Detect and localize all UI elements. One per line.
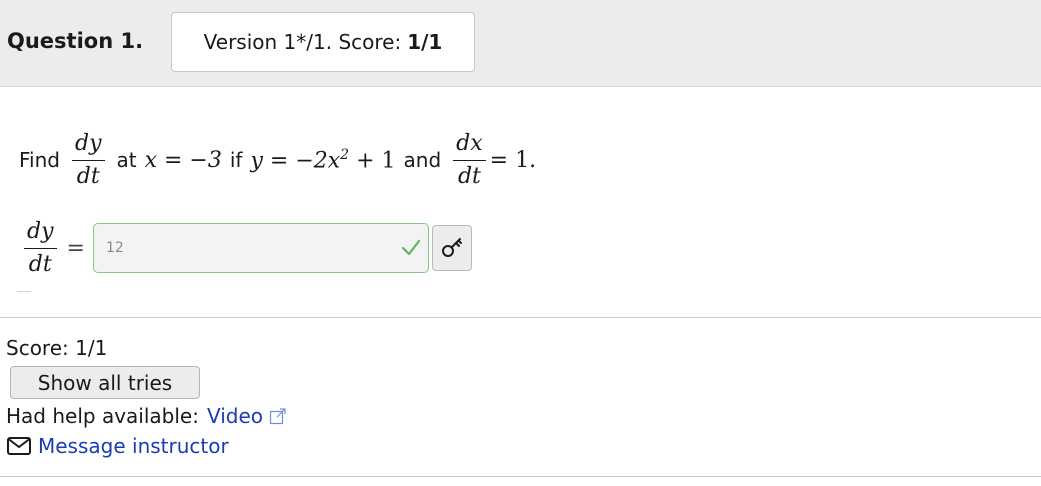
answer-frac-numerator: dy [24, 218, 57, 249]
small-dash [17, 291, 31, 292]
version-text: Version 1*/1. Score: [203, 30, 402, 54]
y-equation-base: y = −2x [250, 148, 341, 174]
fraction-dy-dt: dy dt [71, 130, 105, 191]
frac1-denominator: dt [76, 163, 100, 189]
word-if: if [229, 148, 243, 172]
answer-row: dy dt = 12 [20, 212, 472, 284]
word-at: at [116, 148, 137, 172]
frac2-denominator: dt [457, 163, 481, 189]
mail-icon [7, 437, 31, 455]
answer-key-button[interactable] [431, 225, 472, 271]
fraction-dx-dt: dx dt [453, 130, 486, 191]
score-text: Score: 1/1 [6, 336, 108, 360]
answer-frac-denominator: dt [28, 251, 52, 277]
version-score-box: Version 1*/1. Score: 1/1 [171, 12, 475, 72]
rhs-value: = 1. [489, 147, 537, 173]
message-line[interactable]: Message instructor [6, 434, 229, 458]
divider-bottom [0, 476, 1041, 477]
frac2-numerator: dx [453, 130, 486, 161]
word-and: and [403, 148, 442, 172]
answer-equals: = [66, 235, 85, 261]
answer-fraction: dy dt [24, 218, 57, 279]
answer-input[interactable]: 12 [92, 223, 429, 273]
message-instructor-link[interactable]: Message instructor [38, 434, 229, 458]
show-all-tries-button[interactable]: Show all tries [10, 366, 200, 399]
question-header: Question 1. Version 1*/1. Score: 1/1 [0, 0, 1041, 87]
frac1-numerator: dy [71, 130, 105, 161]
divider-top [0, 317, 1041, 318]
word-find: Find [19, 148, 60, 172]
x-condition: x = −3 [144, 147, 222, 173]
external-link-icon[interactable] [269, 407, 287, 425]
check-icon [401, 239, 421, 256]
y-equation-tail: + 1 [356, 148, 396, 174]
help-line: Had help available: Video [6, 404, 287, 428]
y-equation: y = −2x2 + 1 [250, 147, 395, 173]
answer-value: 12 [105, 240, 124, 256]
help-text: Had help available: [6, 404, 199, 428]
version-score: 1/1 [407, 30, 443, 54]
video-link[interactable]: Video [207, 404, 263, 428]
question-title: Question 1. [7, 29, 144, 53]
problem-statement: Find dy dt at x = −3 if y = −2x2 + 1 and… [19, 126, 536, 194]
y-exponent: 2 [340, 146, 350, 163]
key-icon [441, 238, 462, 257]
